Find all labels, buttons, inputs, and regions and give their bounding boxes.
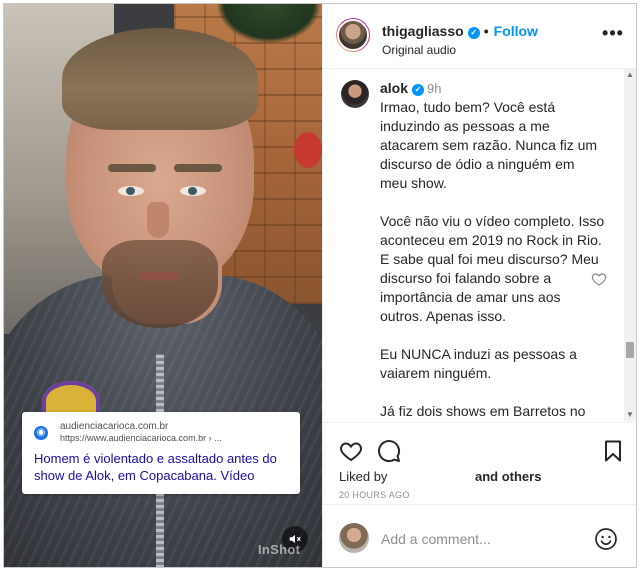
and-others-link[interactable]: and others bbox=[475, 469, 541, 484]
comments-scrollbar[interactable]: ▲ ▼ bbox=[624, 69, 636, 421]
add-comment-input[interactable] bbox=[381, 529, 581, 549]
person-mouth bbox=[139, 272, 179, 280]
post-modal: ◉ audienciacarioca.com.br https://www.au… bbox=[3, 3, 637, 568]
globe-icon: ◉ bbox=[34, 426, 48, 440]
news-search-result-overlay: ◉ audienciacarioca.com.br https://www.au… bbox=[22, 412, 300, 494]
inshot-watermark: InShot bbox=[258, 542, 301, 557]
person-beard bbox=[102, 240, 218, 328]
post-timestamp: 20 HOURS AGO bbox=[339, 490, 410, 500]
scroll-up-arrow-icon[interactable]: ▲ bbox=[626, 71, 634, 79]
news-domain: audienciacarioca.com.br bbox=[60, 421, 169, 432]
person-hair bbox=[62, 28, 258, 130]
verified-badge-icon: ✓ bbox=[467, 27, 480, 39]
commenter-avatar[interactable] bbox=[341, 80, 369, 108]
comment-text: Irmao, tudo bem? Você está induzindo as … bbox=[380, 99, 605, 419]
comment-time: 9h bbox=[427, 81, 442, 96]
person-eye-left bbox=[118, 186, 144, 196]
news-headline: Homem é violentado e assaltado antes do … bbox=[34, 451, 277, 483]
separator-dot: • bbox=[483, 23, 489, 39]
author-username[interactable]: thigagliasso bbox=[382, 23, 464, 39]
bookmark-icon[interactable] bbox=[601, 439, 625, 463]
person-brow-left bbox=[108, 164, 156, 172]
add-comment-bar bbox=[323, 504, 636, 567]
person-brow-right bbox=[174, 164, 222, 172]
viewer-avatar bbox=[339, 523, 369, 553]
commenter-username[interactable]: alok bbox=[380, 80, 408, 96]
scrollbar-thumb[interactable] bbox=[626, 342, 634, 358]
post-side-panel: thigagliasso ✓ • Follow Original audio ••• … bbox=[322, 4, 636, 567]
post-video[interactable]: ◉ audienciacarioca.com.br https://www.au… bbox=[4, 4, 322, 567]
more-options-icon[interactable]: ••• bbox=[601, 24, 625, 46]
comment-bubble-icon[interactable] bbox=[377, 439, 401, 463]
author-avatar-photo bbox=[337, 19, 369, 51]
background-red-object bbox=[294, 132, 322, 168]
comment-like-heart-icon[interactable] bbox=[591, 271, 607, 287]
author-line: thigagliasso ✓ • Follow bbox=[382, 23, 538, 39]
like-heart-icon[interactable] bbox=[339, 439, 363, 463]
background-plant bbox=[216, 4, 322, 44]
verified-badge-icon: ✓ bbox=[412, 84, 425, 96]
author-avatar[interactable] bbox=[336, 18, 370, 52]
follow-button[interactable]: Follow bbox=[494, 23, 538, 39]
person-eye-right bbox=[180, 186, 206, 196]
comments-section: alok ✓ 9h Irmao, tudo bem? Você está induz… bbox=[323, 69, 636, 421]
original-audio-link[interactable]: Original audio bbox=[382, 43, 456, 57]
news-url: https://www.audienciacarioca.com.br › ..… bbox=[60, 433, 222, 443]
scroll-down-arrow-icon[interactable]: ▼ bbox=[626, 411, 634, 419]
person-nose bbox=[147, 202, 169, 238]
post-header: thigagliasso ✓ • Follow Original audio ••• bbox=[323, 4, 636, 69]
emoji-smile-icon[interactable] bbox=[594, 527, 618, 551]
comment-header: alok ✓ 9h bbox=[380, 80, 441, 96]
liked-by-label: Liked by bbox=[339, 469, 388, 484]
